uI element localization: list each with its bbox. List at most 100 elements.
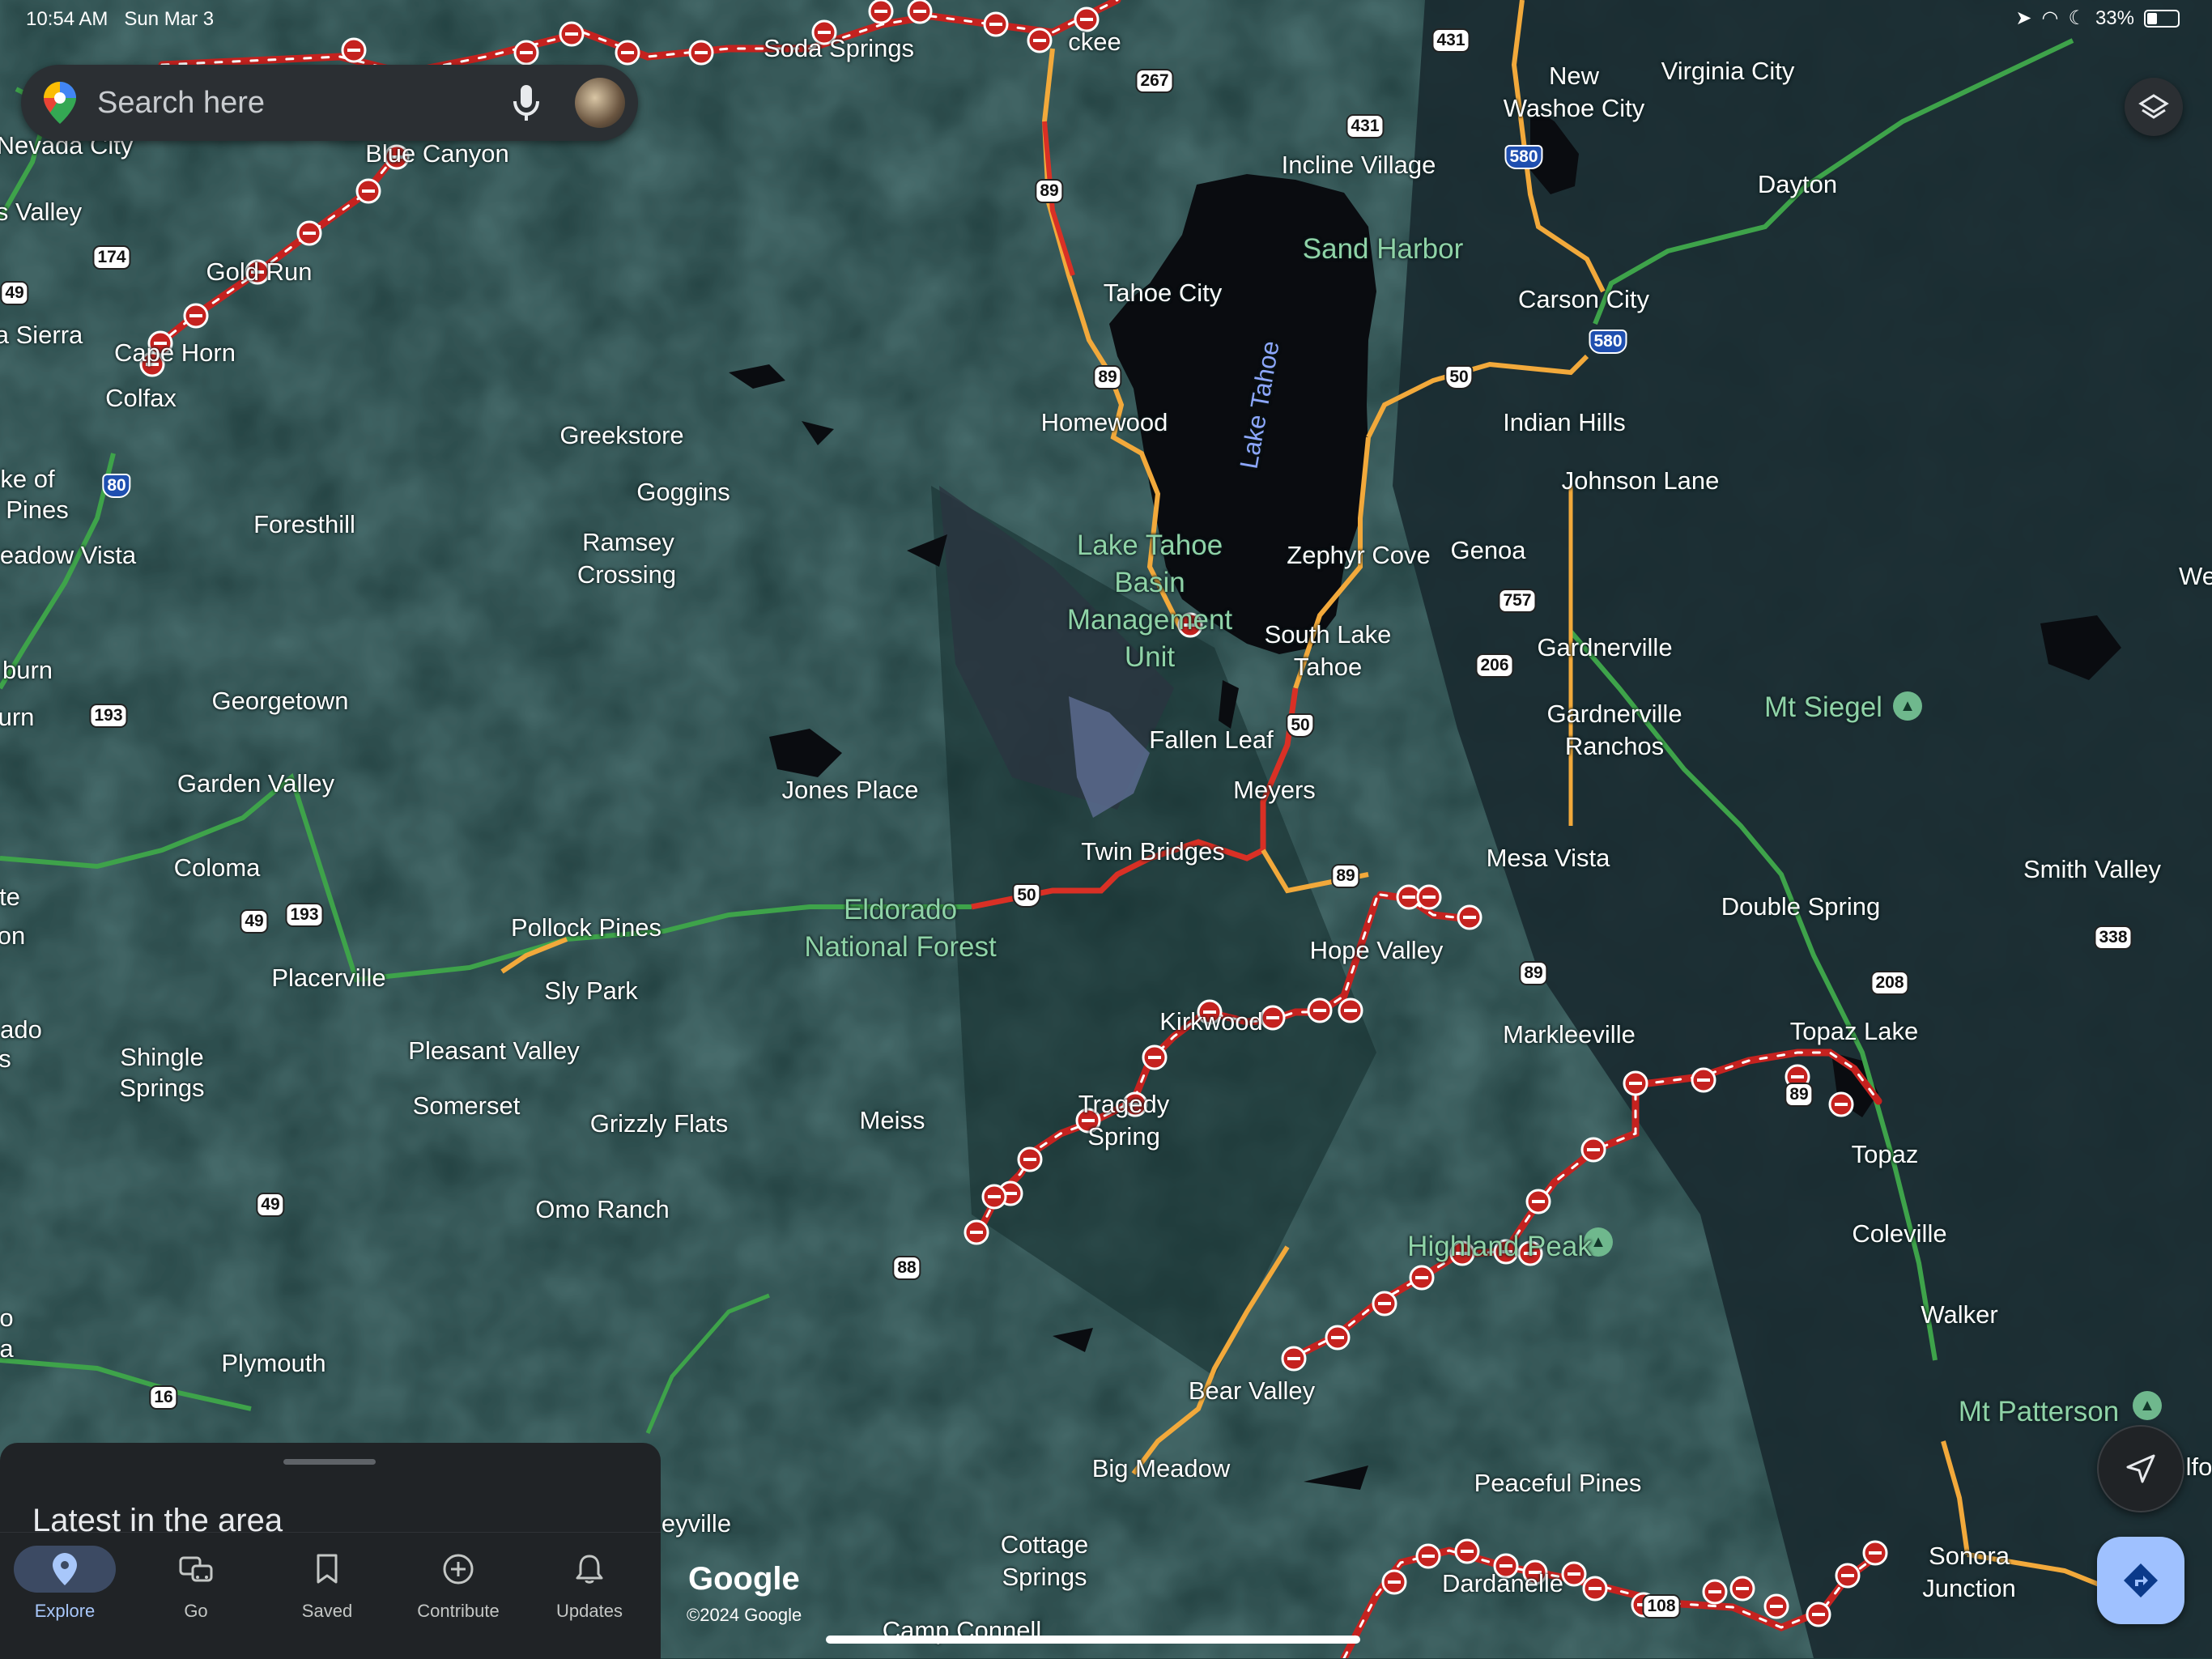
place-label[interactable]: Walker: [1921, 1300, 1997, 1329]
place-label[interactable]: Virginia City: [1661, 57, 1795, 86]
place-label[interactable]: Incline Village: [1282, 151, 1436, 180]
place-label[interactable]: Garden Valley: [177, 769, 334, 798]
park-label[interactable]: Management: [1067, 604, 1232, 636]
place-label[interactable]: Ranchos: [1565, 732, 1664, 761]
place-label[interactable]: Meiss: [860, 1106, 925, 1135]
place-label[interactable]: Shingle: [120, 1043, 203, 1072]
place-label[interactable]: Gardnerville: [1537, 633, 1672, 662]
nav-saved[interactable]: Saved: [270, 1546, 384, 1622]
mountain-peak-icon[interactable]: ▲: [2133, 1391, 2162, 1420]
sheet-drag-handle[interactable]: [283, 1459, 376, 1465]
place-label[interactable]: a Sierra: [0, 321, 83, 350]
place-label[interactable]: a: [0, 1334, 14, 1363]
nav-explore[interactable]: Explore: [8, 1546, 121, 1622]
place-label[interactable]: on: [0, 921, 25, 951]
place-label[interactable]: lfo: [2186, 1453, 2212, 1482]
place-label[interactable]: Pines: [6, 496, 69, 525]
park-label[interactable]: Eldorado: [844, 894, 957, 926]
place-label[interactable]: Zephyr Cove: [1287, 541, 1430, 570]
place-label[interactable]: We: [2179, 562, 2212, 591]
place-label[interactable]: New: [1549, 62, 1599, 91]
park-label[interactable]: Lake Tahoe: [1077, 530, 1223, 562]
place-label[interactable]: Gardnerville: [1546, 700, 1682, 729]
place-label[interactable]: Cottage: [1001, 1530, 1089, 1559]
place-label[interactable]: Topaz Lake: [1790, 1017, 1919, 1046]
place-label[interactable]: Tragedy: [1078, 1090, 1170, 1119]
place-label[interactable]: Plymouth: [221, 1349, 325, 1378]
search-input[interactable]: [96, 84, 510, 121]
place-label[interactable]: eadow Vista: [0, 541, 136, 570]
place-label[interactable]: Spring: [1087, 1122, 1160, 1151]
place-label[interactable]: Carson City: [1518, 285, 1649, 314]
nav-updates[interactable]: Updates: [533, 1546, 646, 1622]
place-label[interactable]: Johnson Lane: [1562, 466, 1720, 496]
place-label[interactable]: Homewood: [1041, 408, 1168, 437]
place-label[interactable]: ado: [0, 1015, 42, 1044]
profile-avatar[interactable]: [575, 78, 625, 128]
layers-button[interactable]: [2125, 78, 2183, 136]
place-label[interactable]: Washoe City: [1504, 94, 1645, 123]
place-label[interactable]: Hope Valley: [1310, 936, 1444, 965]
place-label[interactable]: Jones Place: [782, 776, 919, 805]
place-label[interactable]: South Lake: [1265, 620, 1392, 649]
place-label[interactable]: Sly Park: [544, 976, 637, 1006]
place-label[interactable]: Colfax: [105, 384, 177, 413]
place-label[interactable]: Indian Hills: [1503, 408, 1626, 437]
place-label[interactable]: Placerville: [271, 963, 385, 993]
park-label[interactable]: Mt Patterson: [1959, 1396, 2119, 1428]
place-label[interactable]: Foresthill: [253, 510, 355, 539]
park-label[interactable]: Sand Harbor: [1303, 233, 1463, 266]
microphone-icon[interactable]: [510, 82, 542, 124]
place-label[interactable]: Tahoe City: [1104, 279, 1222, 308]
mountain-peak-icon[interactable]: ▲: [1893, 691, 1922, 721]
place-label[interactable]: Bear Valley: [1189, 1376, 1315, 1406]
nav-contribute[interactable]: Contribute: [402, 1546, 515, 1622]
place-label[interactable]: Big Meadow: [1092, 1454, 1231, 1483]
park-label[interactable]: National Forest: [804, 931, 996, 963]
place-label[interactable]: Topaz: [1852, 1140, 1919, 1169]
place-label[interactable]: Smith Valley: [2023, 855, 2161, 884]
place-label[interactable]: Omo Ranch: [535, 1195, 669, 1224]
my-location-button[interactable]: [2097, 1425, 2184, 1512]
place-label[interactable]: s Valley: [0, 198, 82, 227]
place-label[interactable]: Dardanelle: [1442, 1569, 1563, 1598]
directions-button[interactable]: [2097, 1537, 2184, 1624]
search-bar[interactable]: [21, 65, 638, 141]
place-label[interactable]: s: [0, 1044, 11, 1074]
place-label[interactable]: Double Spring: [1721, 892, 1880, 921]
place-label[interactable]: Gold Run: [206, 257, 313, 287]
home-indicator[interactable]: [826, 1636, 1360, 1644]
place-label[interactable]: Tahoe: [1294, 653, 1362, 682]
park-label[interactable]: Basin: [1114, 567, 1185, 599]
place-label[interactable]: Springs: [1002, 1563, 1087, 1592]
place-label[interactable]: te: [0, 883, 20, 912]
place-label[interactable]: Coloma: [174, 853, 261, 883]
place-label[interactable]: Sonora: [1929, 1542, 2010, 1571]
place-label[interactable]: Pleasant Valley: [408, 1036, 579, 1066]
place-label[interactable]: Blue Canyon: [365, 139, 509, 168]
place-label[interactable]: Georgetown: [212, 687, 349, 716]
place-label[interactable]: burn: [2, 656, 53, 685]
map-canvas[interactable]: [0, 0, 2212, 1658]
place-label[interactable]: Twin Bridges: [1081, 837, 1224, 866]
place-label[interactable]: Grizzly Flats: [590, 1109, 729, 1138]
place-label[interactable]: urn: [0, 703, 34, 732]
place-label[interactable]: Goggins: [636, 478, 730, 507]
place-label[interactable]: Dayton: [1758, 170, 1837, 199]
place-label[interactable]: Meyers: [1233, 776, 1316, 805]
place-label[interactable]: Greekstore: [559, 421, 683, 450]
place-label[interactable]: Somerset: [413, 1091, 521, 1121]
place-label[interactable]: Markleeville: [1503, 1020, 1636, 1049]
place-label[interactable]: Mesa Vista: [1487, 844, 1610, 873]
nav-go[interactable]: Go: [139, 1546, 253, 1622]
place-label[interactable]: Pollock Pines: [511, 913, 661, 942]
park-label[interactable]: Mt Siegel: [1764, 691, 1882, 724]
park-label[interactable]: Unit: [1125, 641, 1175, 674]
place-label[interactable]: Genoa: [1450, 536, 1525, 565]
place-label[interactable]: o: [0, 1304, 14, 1333]
place-label[interactable]: ke of: [0, 465, 54, 494]
place-label[interactable]: Cape Horn: [114, 338, 236, 368]
place-label[interactable]: Peaceful Pines: [1474, 1469, 1642, 1498]
park-label[interactable]: Highland Peak: [1407, 1231, 1592, 1263]
place-label[interactable]: Springs: [119, 1074, 204, 1103]
